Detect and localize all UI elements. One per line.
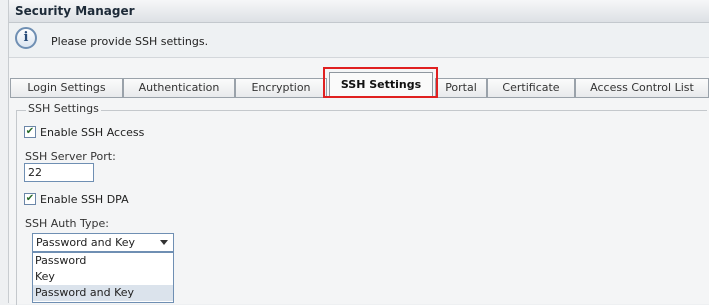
ssh-auth-type-label: SSH Auth Type:	[25, 217, 109, 230]
enable-ssh-dpa-checkbox[interactable]: ✔	[24, 193, 36, 205]
option-password[interactable]: Password	[33, 253, 173, 269]
info-icon: i	[15, 27, 37, 49]
title-bar: Security Manager	[9, 0, 709, 23]
tab-encryption[interactable]: Encryption	[235, 78, 327, 97]
enable-ssh-access-checkbox[interactable]: ✔	[24, 126, 36, 138]
tab-login-settings[interactable]: Login Settings	[10, 78, 123, 97]
ssh-auth-type-value: Password and Key	[36, 236, 136, 249]
tab-ssh-settings[interactable]: SSH Settings	[329, 72, 433, 98]
ssh-server-port-input[interactable]	[24, 163, 94, 182]
ssh-auth-type-select[interactable]: Password and Key	[32, 233, 174, 252]
option-key[interactable]: Key	[33, 269, 173, 285]
ssh-server-port-label: SSH Server Port:	[25, 150, 116, 163]
info-message: Please provide SSH settings.	[51, 35, 209, 48]
enable-ssh-dpa-label: Enable SSH DPA	[40, 193, 129, 206]
window-title: Security Manager	[15, 4, 135, 18]
tab-access-control-list[interactable]: Access Control List	[575, 78, 709, 97]
ssh-auth-type-dropdown: Password Key Password and Key	[32, 252, 174, 303]
info-bar: i Please provide SSH settings.	[9, 23, 709, 58]
tab-strip: Login Settings Authentication Encryption…	[10, 72, 709, 98]
option-password-and-key[interactable]: Password and Key	[33, 285, 173, 301]
enable-ssh-access-label: Enable SSH Access	[40, 126, 145, 139]
tab-certificate[interactable]: Certificate	[487, 78, 575, 97]
ssh-settings-legend: SSH Settings	[26, 102, 101, 115]
chevron-down-icon[interactable]	[160, 240, 168, 245]
tab-portal[interactable]: Portal	[435, 78, 487, 97]
tab-authentication[interactable]: Authentication	[123, 78, 235, 97]
